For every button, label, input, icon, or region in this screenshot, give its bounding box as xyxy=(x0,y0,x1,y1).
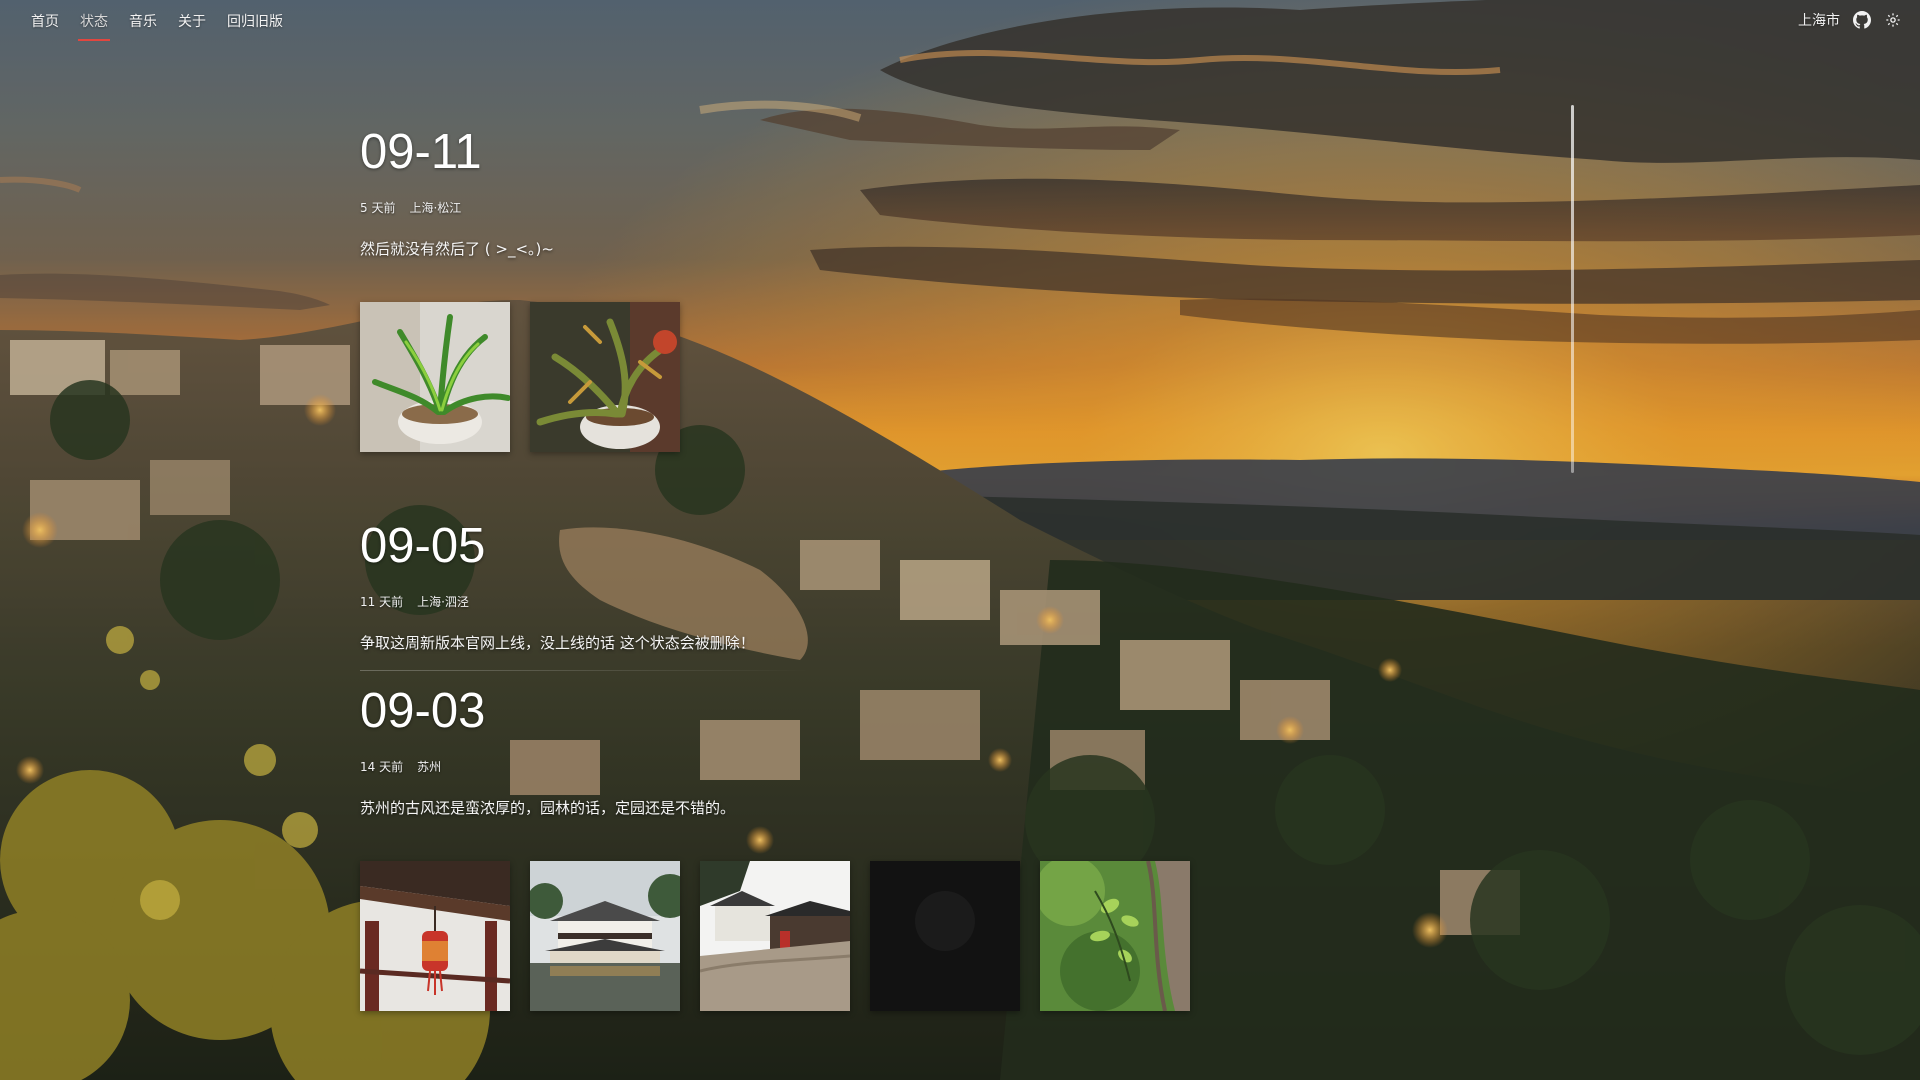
status-post: 09-05 11 天前 上海·泗泾 争取这周新版本官网上线，没上线的话 这个状态会… xyxy=(360,518,755,653)
status-post: 09-03 14 天前 苏州 苏州的古风还是蛮浓厚的，园林的话，定园还是不错的。 xyxy=(360,683,1190,1011)
post-text: 然后就没有然后了 ( >_<。)~ xyxy=(360,240,554,258)
post-date: 09-03 xyxy=(360,684,486,738)
potted-plant-closeup-photo[interactable] xyxy=(530,302,680,452)
nav-item-about[interactable]: 关于 xyxy=(178,11,206,41)
post-text: 争取这周新版本官网上线，没上线的话 这个状态会被删除！ xyxy=(360,634,755,652)
dark-photo[interactable] xyxy=(870,861,1020,1011)
post-photos xyxy=(360,861,1190,1011)
post-text: 苏州的古风还是蛮浓厚的，园林的话，定园还是不错的。 xyxy=(360,799,736,817)
garden-pavilion-photo[interactable] xyxy=(530,861,680,1011)
scroll-indicator-line[interactable] xyxy=(1571,105,1574,473)
post-date: 09-05 xyxy=(360,519,486,573)
post-meta: 5 天前 上海·松江 xyxy=(360,199,680,216)
post-meta: 14 天前 苏州 xyxy=(360,758,1190,775)
nav-item-music[interactable]: 音乐 xyxy=(129,11,157,41)
post-location: 上海·泗泾 xyxy=(417,595,469,609)
settings-icon[interactable] xyxy=(1883,11,1902,30)
post-location: 上海·松江 xyxy=(409,201,462,215)
post-meta: 11 天前 上海·泗泾 xyxy=(360,593,755,610)
nav-right-tools: 上海市 xyxy=(1798,10,1902,30)
courtyard-photo[interactable] xyxy=(700,861,850,1011)
nav-menu: 首页 状态 音乐 关于 回归旧版 xyxy=(31,11,304,41)
post-time-ago: 11 天前 xyxy=(360,595,404,609)
green-leaves-photo[interactable] xyxy=(1040,861,1190,1011)
post-location: 苏州 xyxy=(417,760,442,774)
nav-item-status[interactable]: 状态 xyxy=(78,11,110,41)
post-photos xyxy=(360,302,680,452)
top-nav: 首页 状态 音乐 关于 回归旧版 上海市 xyxy=(0,0,1920,41)
github-icon[interactable] xyxy=(1852,11,1871,30)
post-date: 09-11 xyxy=(360,125,482,179)
nav-item-home[interactable]: 首页 xyxy=(31,11,59,41)
potted-plant-photo[interactable] xyxy=(360,302,510,452)
nav-item-old-version[interactable]: 回归旧版 xyxy=(227,11,283,41)
post-divider xyxy=(360,670,810,671)
post-time-ago: 5 天前 xyxy=(360,201,396,215)
post-time-ago: 14 天前 xyxy=(360,760,404,774)
lantern-eaves-photo[interactable] xyxy=(360,861,510,1011)
city-label[interactable]: 上海市 xyxy=(1798,10,1840,30)
status-post: 09-11 5 天前 上海·松江 然后就没有然后了 ( >_<。)~ xyxy=(360,124,680,452)
